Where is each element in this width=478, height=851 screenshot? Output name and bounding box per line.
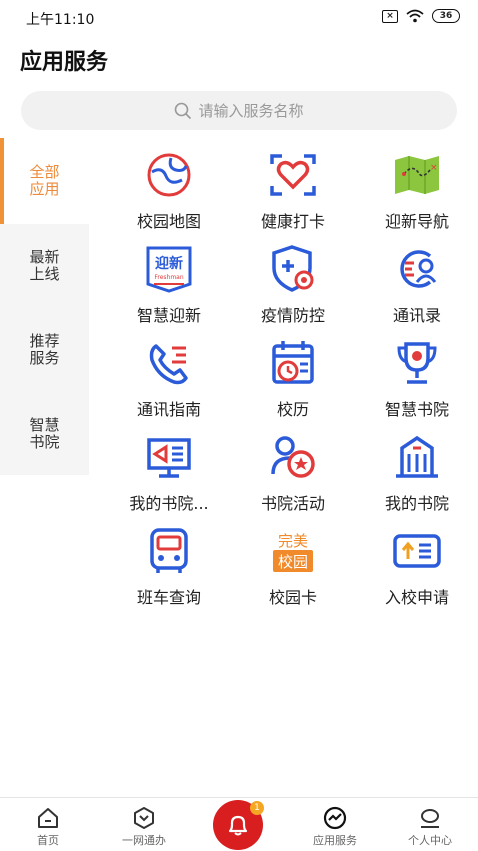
tab-label: 个人中心	[408, 834, 452, 847]
epidemic-control-icon	[272, 245, 314, 292]
campus-map-icon	[147, 153, 191, 197]
campus-card-icon: 完美 校园	[273, 532, 313, 572]
sidebar-item-label: 推荐	[29, 332, 60, 350]
service-shuttle-bus[interactable]: 班车查询	[107, 518, 231, 612]
service-calendar[interactable]: 校历	[231, 330, 355, 424]
page-title: 应用服务	[20, 50, 109, 75]
sidebar-item-all-apps[interactable]: 全部 应用	[0, 138, 89, 224]
service-epidemic-control[interactable]: 疫情防控	[231, 236, 355, 330]
service-label: 校历	[276, 400, 309, 419]
phone-guide-icon	[149, 344, 188, 385]
service-label: 智慧书院	[384, 400, 449, 419]
smart-welcome-icon: 迎新 Freshman	[146, 246, 192, 293]
service-smart-college[interactable]: 智慧书院	[355, 330, 478, 424]
one-stop-icon	[134, 807, 154, 829]
status-bar: 上午11:10 × 36	[0, 0, 478, 36]
service-label: 健康打卡	[260, 212, 325, 231]
sidebar-item-label: 最新	[29, 248, 60, 266]
battery-icon: 36	[432, 9, 460, 23]
building-icon	[396, 435, 438, 478]
service-label: 智慧迎新	[136, 306, 201, 325]
service-label: 通讯录	[392, 306, 441, 325]
service-campus-card[interactable]: 完美 校园 校园卡	[231, 518, 355, 612]
welcome-navigation-icon: ×	[395, 156, 439, 194]
search-placeholder: 请输入服务名称	[198, 102, 304, 120]
service-label: 我的书院	[384, 494, 449, 513]
search-bar[interactable]: 请输入服务名称	[21, 91, 457, 130]
tab-label: 一网通办	[122, 834, 166, 847]
entry-application-icon	[393, 534, 441, 568]
service-label: 我的书院...	[129, 494, 209, 513]
activity-icon	[271, 436, 315, 478]
contacts-icon	[400, 250, 437, 288]
tab-profile[interactable]: 个人中心	[382, 798, 478, 851]
sidebar-item-label: 上线	[29, 265, 60, 283]
service-my-college[interactable]: 我的书院	[355, 424, 478, 518]
tab-home[interactable]: 首页	[0, 798, 96, 851]
service-my-college-more[interactable]: 我的书院...	[107, 424, 231, 518]
service-label: 通讯指南	[136, 400, 201, 419]
badge-sub: Freshman	[154, 274, 183, 281]
sidebar-item-new[interactable]: 最新 上线	[0, 224, 89, 308]
badge-text: 完美	[278, 532, 308, 550]
sidebar-item-label: 服务	[29, 349, 60, 367]
sidebar-item-label: 全部	[29, 163, 60, 181]
service-label: 入校申请	[384, 588, 449, 607]
service-phone-guide[interactable]: 通讯指南	[107, 330, 231, 424]
trophy-icon	[397, 342, 437, 384]
svg-text:×: ×	[430, 163, 438, 173]
status-time: 上午11:10	[26, 12, 95, 28]
tab-label: 应用服务	[313, 834, 357, 847]
bell-icon	[228, 815, 248, 836]
service-entry-application[interactable]: 入校申请	[355, 518, 478, 612]
service-contacts[interactable]: 通讯录	[355, 236, 478, 330]
sidebar-item-label: 应用	[29, 180, 60, 198]
tab-app-service[interactable]: 应用服务	[287, 798, 383, 851]
search-icon	[175, 102, 192, 119]
display-icon	[147, 438, 191, 478]
service-college-activity[interactable]: 书院活动	[231, 424, 355, 518]
service-label: 校园卡	[268, 588, 317, 607]
tab-one-stop[interactable]: 一网通办	[96, 798, 192, 851]
bus-icon	[150, 528, 188, 573]
sidebar-item-smart-college[interactable]: 智慧 书院	[0, 392, 89, 475]
tab-label: 首页	[37, 834, 59, 847]
category-sidebar: 全部 应用 最新 上线 推荐 服务 智慧 书院	[0, 138, 89, 475]
notification-x-icon: ×	[382, 9, 398, 23]
badge-text: 迎新	[155, 255, 183, 272]
wifi-icon	[406, 9, 424, 23]
service-smart-welcome[interactable]: 迎新 Freshman 智慧迎新	[107, 236, 231, 330]
service-label: 班车查询	[136, 588, 201, 607]
service-label: 书院活动	[260, 494, 325, 513]
sidebar-item-label: 智慧	[29, 415, 60, 434]
status-icons: × 36	[382, 9, 460, 23]
home-icon	[38, 808, 58, 828]
user-icon	[421, 809, 439, 828]
service-health-checkin[interactable]: 健康打卡	[231, 142, 355, 236]
service-campus-map[interactable]: 校园地图	[107, 142, 231, 236]
sidebar-item-recommended[interactable]: 推荐 服务	[0, 308, 89, 392]
service-label: 疫情防控	[260, 306, 325, 325]
service-label: 校园地图	[136, 212, 201, 231]
badge-sub: 校园	[278, 553, 308, 571]
health-checkin-icon	[270, 154, 316, 196]
sidebar-item-label: 书院	[29, 432, 60, 451]
calendar-icon	[272, 341, 314, 384]
app-service-icon	[323, 806, 347, 830]
service-welcome-navigation[interactable]: × 迎新导航	[355, 142, 478, 236]
notification-badge: 1	[250, 801, 264, 815]
service-label: 迎新导航	[384, 212, 449, 231]
